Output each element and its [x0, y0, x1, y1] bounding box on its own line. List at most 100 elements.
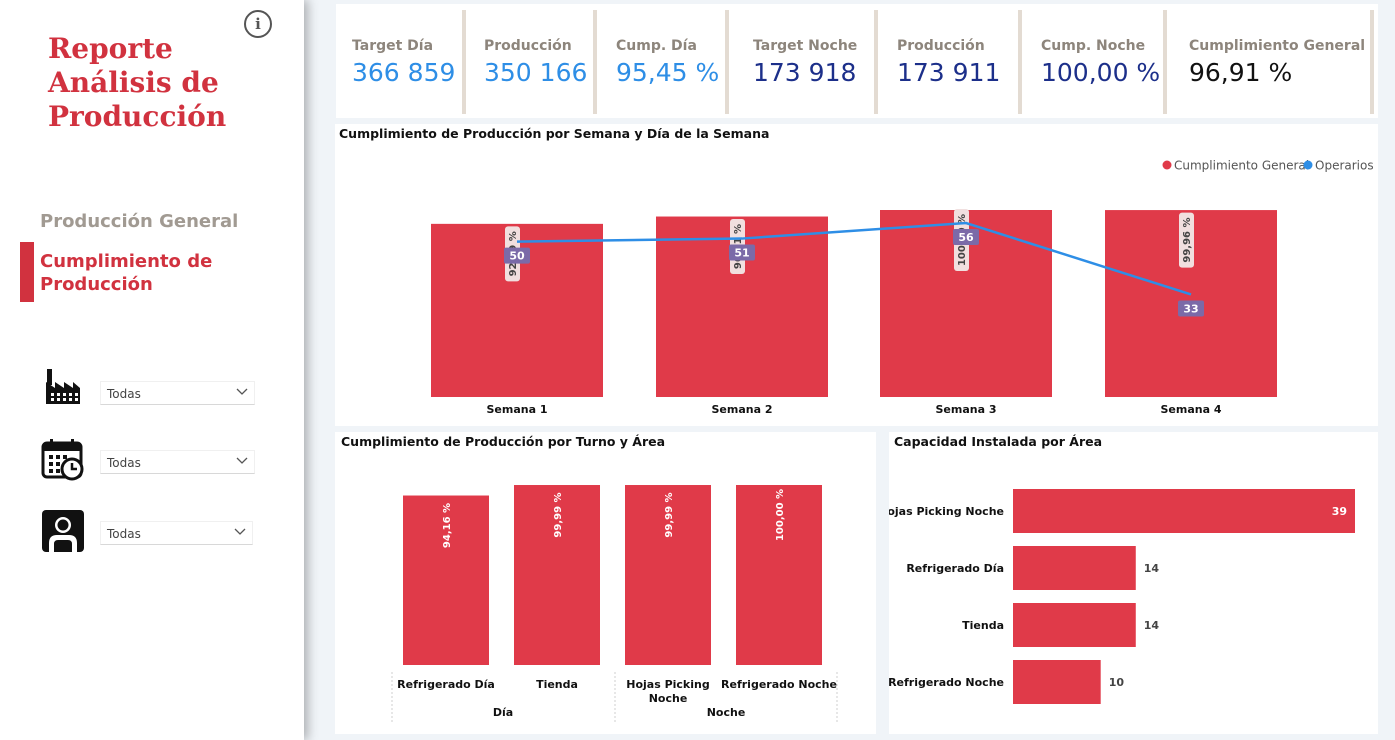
category-label: Refrigerado Noche — [889, 676, 1004, 689]
bar — [1013, 546, 1136, 590]
series-line — [516, 221, 1192, 296]
active-nav-marker — [20, 242, 34, 302]
bar-label-text: 94,16 % — [442, 503, 453, 548]
category-label: Noche — [649, 692, 688, 705]
group-label: Día — [493, 706, 513, 719]
category-label: Semana 4 — [1160, 403, 1221, 416]
kpi-label: Cump. Noche — [1041, 38, 1146, 54]
bar-value-label: 14 — [1144, 562, 1160, 575]
kpi-target-noche: Target Noche 173 918 — [737, 4, 873, 118]
category-label: Tienda — [536, 678, 578, 691]
slicer-value: Todas — [107, 527, 141, 541]
chart-turno-plot: 94,16 % Refrigerado Día 99,99 % Tienda 99,99… — [391, 485, 838, 724]
chart-capacidad-plot: Hojas Picking Noche 39 Refrigerado Día 14 Ti… — [889, 489, 1355, 704]
kpi-card: Target Día 366 859 Producción 350 166 Cu… — [336, 4, 1378, 118]
legend-marker — [1303, 160, 1313, 170]
kpi-value: 173 918 — [753, 58, 857, 87]
category-label: Semana 3 — [935, 403, 996, 416]
kpi-value: 350 166 — [484, 58, 588, 87]
bar-label-text: 99,96 % — [1182, 218, 1193, 263]
kpi-value: 366 859 — [352, 58, 456, 87]
kpi-produccion-noche: Producción 173 911 — [881, 4, 1017, 118]
kpi-value: 95,45 % — [616, 58, 720, 87]
bar — [1013, 603, 1136, 647]
chevron-down-icon — [236, 457, 248, 464]
chevron-down-icon — [234, 528, 246, 535]
bar-value-label: 14 — [1144, 619, 1160, 632]
kpi-value: 96,91 % — [1189, 58, 1293, 87]
kpi-cump-noche: Cump. Noche 100,00 % — [1025, 4, 1161, 118]
chart-capacidad: Capacidad Instalada por Área Hojas Picki… — [889, 432, 1378, 734]
kpi-cumplimiento-general: Cumplimiento General 96,91 % — [1173, 4, 1373, 118]
bar-label: 99,99 % — [664, 492, 675, 537]
line-label: 51 — [734, 247, 749, 260]
slicer-value: Todas — [107, 456, 141, 470]
category-label: Hojas Picking Noche — [889, 505, 1004, 518]
kpi-produccion-dia: Producción 350 166 — [468, 4, 594, 118]
kpi-divider — [1163, 10, 1167, 114]
bar-label: 94,16 % — [442, 503, 453, 548]
bar-label: 99,99 % — [553, 492, 564, 537]
legend-marker — [1162, 160, 1172, 170]
bar-label-text: 100,00 % — [775, 489, 786, 541]
chart-legend: Cumplimiento General Operarios — [1162, 159, 1374, 173]
kpi-label: Target Día — [352, 38, 434, 54]
factory-icon — [46, 369, 80, 404]
kpi-divider — [462, 10, 466, 114]
line-label: 56 — [958, 231, 974, 244]
slicer-value: Todas — [107, 387, 141, 401]
line-label: 33 — [1183, 302, 1198, 315]
kpi-label: Producción — [484, 38, 572, 54]
report-title-line: Producción — [48, 100, 227, 133]
bar — [1013, 489, 1355, 533]
category-label: Refrigerado Día — [397, 678, 495, 691]
kpi-label: Target Noche — [753, 38, 858, 54]
kpi-divider — [874, 10, 878, 114]
bar-label: 99,96 % — [1179, 212, 1194, 268]
legend-label: Operarios — [1315, 159, 1374, 173]
chevron-down-icon — [236, 388, 248, 395]
nav-cumplimiento-produccion[interactable]: Cumplimiento de Producción — [40, 250, 240, 296]
bar-label-text: 99,99 % — [553, 492, 564, 537]
kpi-label: Producción — [897, 38, 985, 54]
operario-slicer[interactable]: Todas — [100, 521, 253, 545]
report-title: Reporte Análisis de Producción — [48, 32, 288, 134]
bar-value-label: 39 — [1332, 505, 1347, 518]
kpi-target-dia: Target Día 366 859 — [336, 4, 462, 118]
person-icon — [42, 510, 84, 552]
bar-label-text: 99,99 % — [664, 492, 675, 537]
bar-value-label: 10 — [1109, 676, 1125, 689]
kpi-divider — [1018, 10, 1022, 114]
calendar-clock-icon — [41, 439, 84, 481]
date-slicer[interactable]: Todas — [100, 450, 255, 474]
category-label: Refrigerado Día — [906, 562, 1004, 575]
report-title-line: Análisis de — [48, 66, 219, 99]
category-label: Refrigerado Noche — [721, 678, 837, 691]
chart-semana: Cumplimiento de Producción por Semana y … — [335, 124, 1378, 426]
kpi-value: 173 911 — [897, 58, 1001, 87]
kpi-cump-dia: Cump. Día 95,45 % — [600, 4, 726, 118]
kpi-label: Cumplimiento General — [1189, 38, 1366, 54]
category-label: Semana 1 — [486, 403, 547, 416]
sidebar: i Reporte Análisis de Producción Producc… — [0, 0, 304, 740]
kpi-divider — [725, 10, 729, 114]
kpi-divider — [593, 10, 597, 114]
bar-label: 100,00 % — [775, 489, 786, 541]
nav-produccion-general[interactable]: Producción General — [40, 210, 240, 233]
chart-turno-area: Cumplimiento de Producción por Turno y Á… — [335, 432, 876, 734]
nav-label-line: Producción — [40, 274, 153, 295]
report-title-line: Reporte — [48, 32, 173, 65]
category-label: Semana 2 — [711, 403, 772, 416]
kpi-value: 100,00 % — [1041, 58, 1161, 87]
category-label: Hojas Picking — [626, 678, 709, 691]
kpi-divider — [1370, 10, 1374, 114]
area-slicer[interactable]: Todas — [100, 381, 255, 405]
line-label: 50 — [509, 250, 525, 263]
nav-label-line: Cumplimiento de — [40, 251, 213, 272]
kpi-label: Cump. Día — [616, 38, 697, 54]
bar — [1013, 660, 1101, 704]
legend-label: Cumplimiento General — [1174, 159, 1309, 173]
group-label: Noche — [707, 706, 746, 719]
category-label: Tienda — [962, 619, 1004, 632]
chart-semana-plot: Cumplimiento GeneralOperarios92,59 %Sema… — [431, 159, 1374, 416]
